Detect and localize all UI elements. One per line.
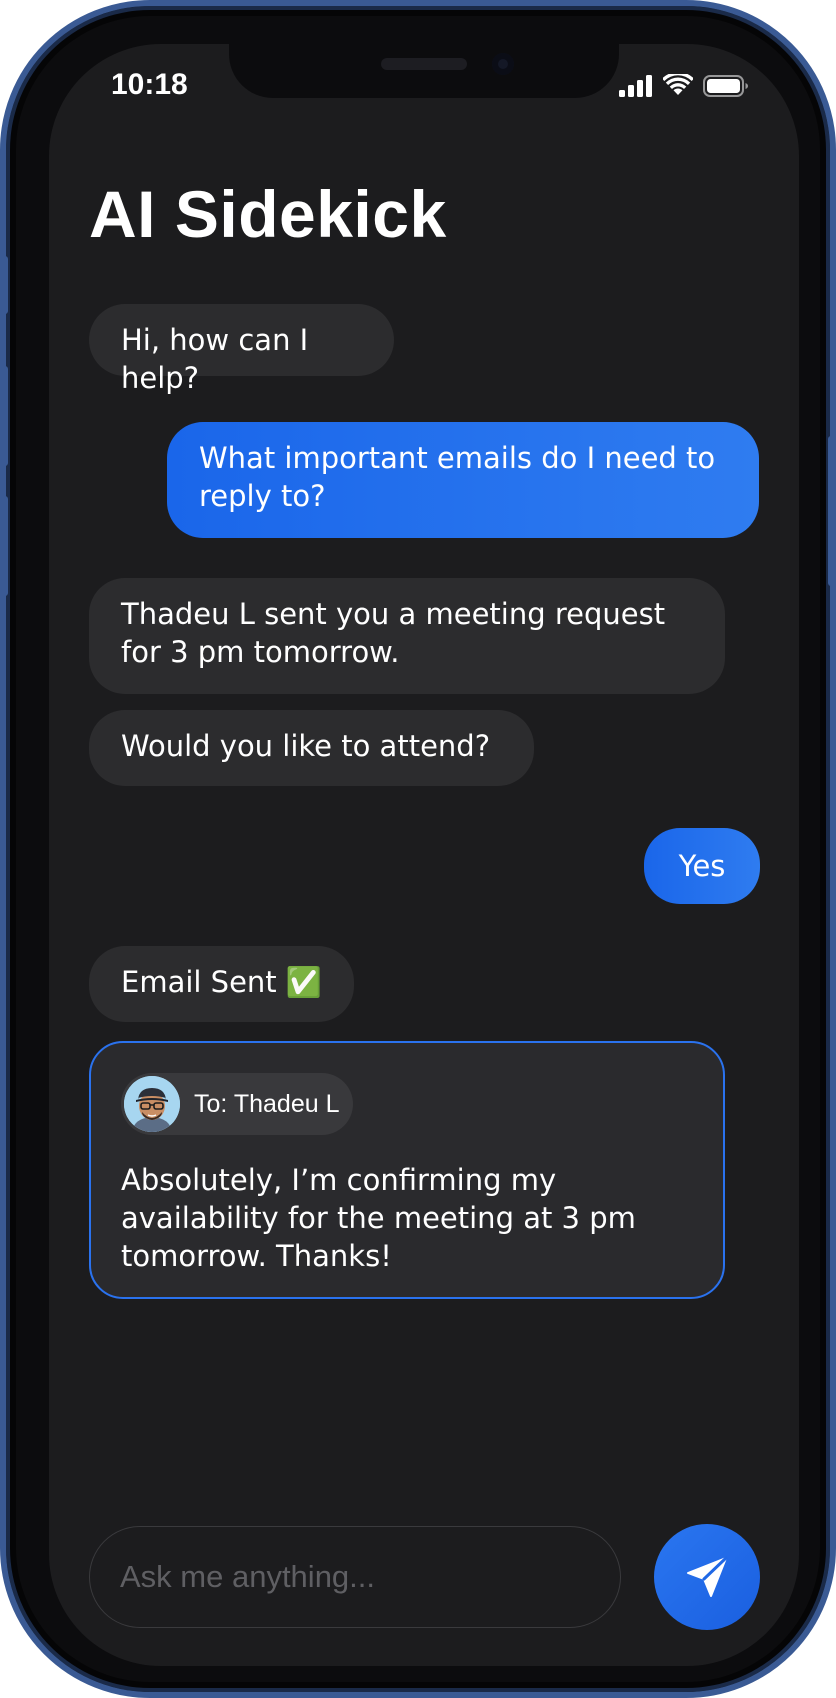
ai-message-bubble: Would you like to attend? [89,710,534,786]
ai-message-bubble: Thadeu L sent you a meeting request for … [89,578,725,694]
status-bar-time: 10:18 [111,68,188,101]
send-button[interactable] [654,1524,760,1630]
ai-message-bubble: Email Sent ✅ [89,946,354,1022]
side-button-silent [2,256,8,314]
app-screen: 10:18 AI Sidekick Hi, how can I help? Wh… [49,44,799,1666]
status-bar-icons [619,74,749,97]
device-notch [229,44,619,98]
send-icon [687,1556,728,1597]
user-message-bubble: What important emails do I need to reply… [167,422,759,538]
ai-message-bubble: Hi, how can I help? [89,304,394,395]
cellular-signal-icon [619,75,652,97]
side-button-volume-up [2,366,8,466]
wifi-icon [663,74,693,95]
page-title: AI Sidekick [89,177,447,251]
email-preview-card[interactable]: To: Thadeu L Absolutely, I’m confirming … [89,1041,725,1299]
side-button-power [828,436,834,586]
chat-input[interactable] [89,1526,621,1628]
battery-icon [703,75,748,97]
recipient-chip[interactable]: To: Thadeu L [121,1073,353,1135]
front-camera [492,53,514,75]
email-body-text: Absolutely, I’m confirming my availabili… [121,1163,636,1273]
recipient-label: To: Thadeu L [194,1089,340,1118]
avatar [124,1076,180,1132]
earpiece-speaker [381,58,467,70]
side-button-volume-down [2,496,8,596]
user-message-bubble: Yes [644,828,760,904]
phone-frame: 10:18 AI Sidekick Hi, how can I help? Wh… [0,0,836,1698]
